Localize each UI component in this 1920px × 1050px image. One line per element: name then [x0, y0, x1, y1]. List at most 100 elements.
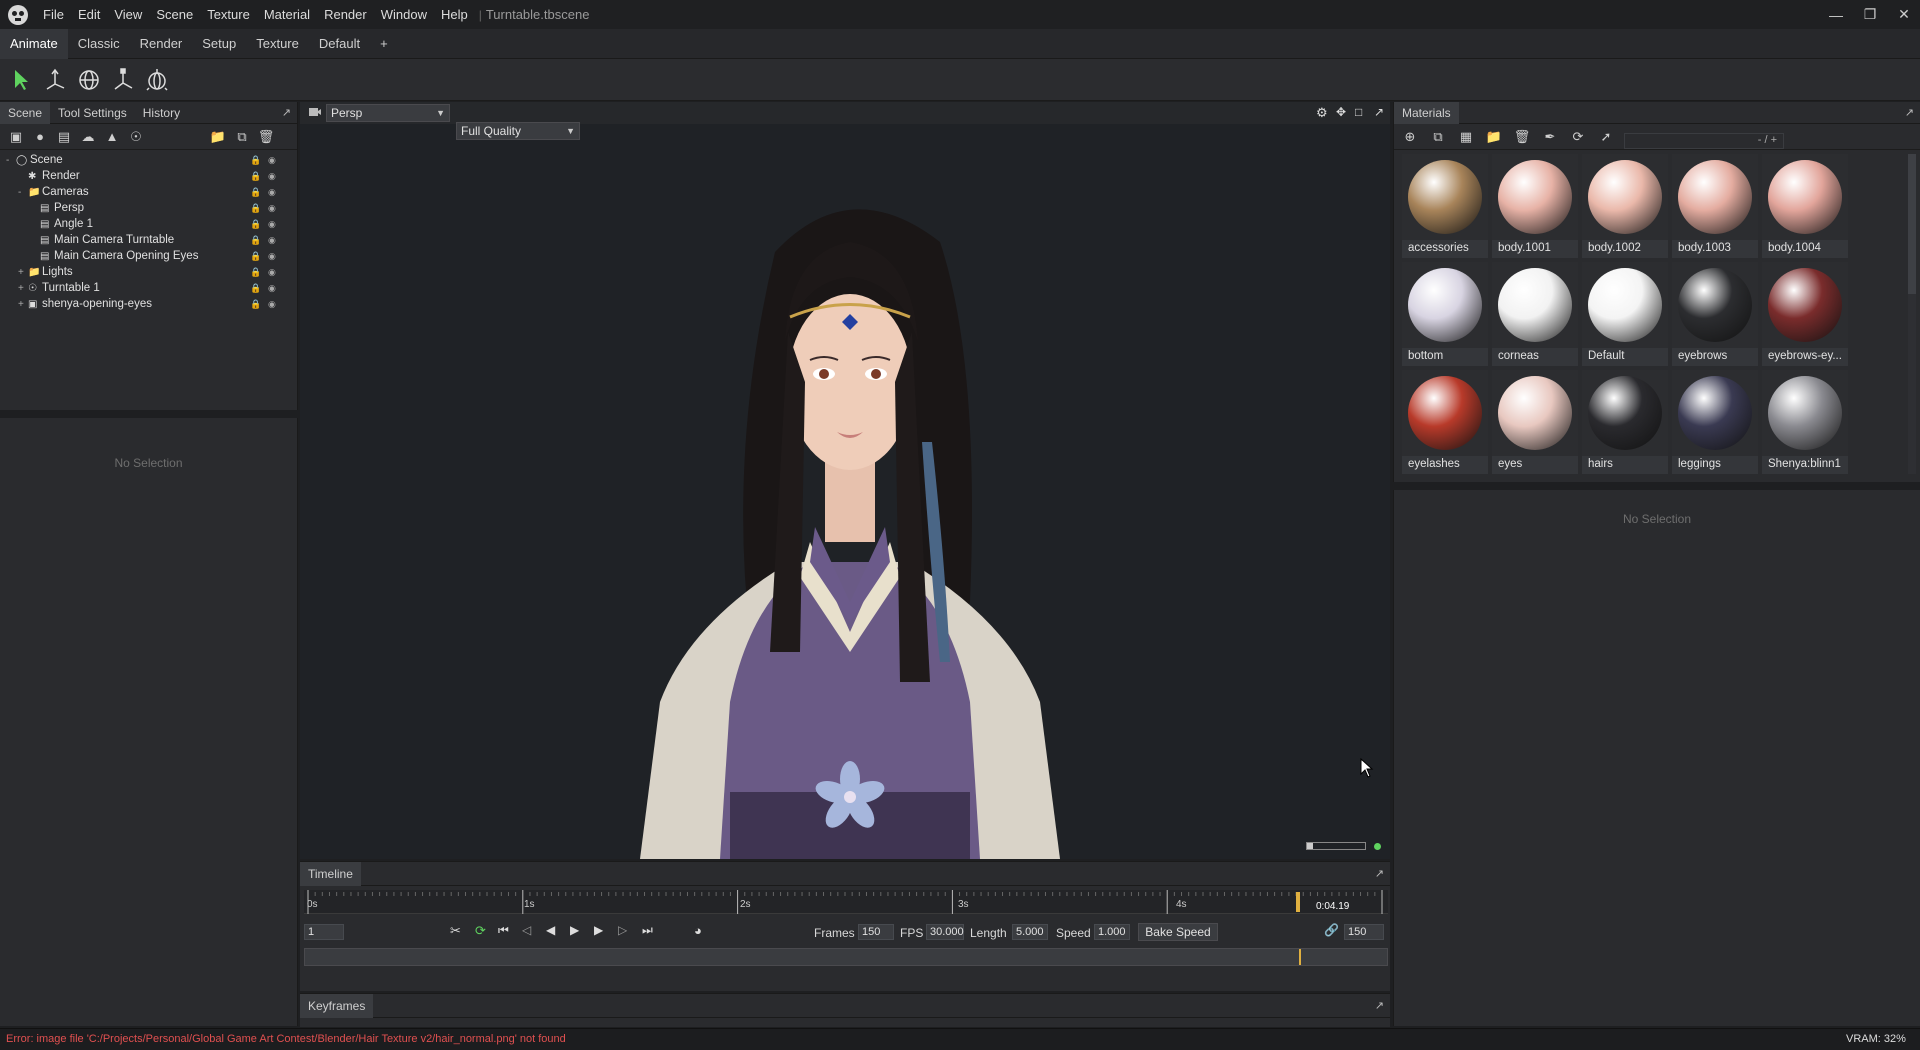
- add-camera-icon[interactable]: ▤: [54, 127, 74, 147]
- menu-scene[interactable]: Scene: [149, 7, 200, 22]
- add-light-icon[interactable]: ●: [30, 127, 50, 147]
- speed-dial-icon[interactable]: ◕: [694, 923, 702, 938]
- select-tool-icon[interactable]: [8, 67, 34, 93]
- skip-to-start-icon[interactable]: ⏮: [498, 923, 509, 938]
- popout-icon[interactable]: ↗: [1375, 867, 1384, 880]
- lock-icon[interactable]: 🔒: [250, 267, 261, 277]
- start-frame-field[interactable]: 1: [304, 924, 344, 940]
- tab-scene[interactable]: Scene: [0, 101, 51, 124]
- tab-texture[interactable]: Texture: [246, 29, 309, 59]
- maximize-icon[interactable]: □: [1355, 105, 1362, 119]
- expand-toggle-icon[interactable]: -: [18, 187, 28, 198]
- rotate-tool-icon[interactable]: [76, 67, 102, 93]
- visibility-eye-icon[interactable]: ◉: [268, 203, 276, 214]
- visibility-eye-icon[interactable]: ◉: [268, 155, 276, 166]
- speed-field[interactable]: 1.000: [1094, 924, 1130, 940]
- eyedropper-icon[interactable]: ✒: [1540, 127, 1560, 147]
- export-icon[interactable]: ➚: [1596, 127, 1616, 147]
- material-swatch[interactable]: bottom: [1402, 262, 1488, 366]
- tree-item[interactable]: + ☉ Turntable 1 🔒 ◉: [0, 280, 297, 296]
- timeline-ruler[interactable]: 0s 1s 2s 3s 4s 0:04.19: [304, 890, 1388, 914]
- checker-icon[interactable]: ▦: [1456, 127, 1476, 147]
- expand-toggle-icon[interactable]: +: [18, 299, 28, 310]
- lock-icon[interactable]: 🔒: [250, 235, 261, 245]
- popout-icon[interactable]: ↗: [1375, 999, 1384, 1012]
- materials-scrollbar[interactable]: [1908, 154, 1916, 474]
- close-icon[interactable]: ✕: [1887, 0, 1920, 29]
- fps-field[interactable]: 30.000: [926, 924, 964, 940]
- tree-item[interactable]: + ▣ shenya-opening-eyes 🔒 ◉: [0, 296, 297, 312]
- minimize-icon[interactable]: —: [1819, 0, 1853, 29]
- camera-icon[interactable]: [308, 105, 322, 119]
- popout-icon[interactable]: ↗: [282, 106, 291, 119]
- settings-gear-icon[interactable]: ⚙: [1316, 105, 1328, 121]
- material-swatch[interactable]: eyelashes: [1402, 370, 1488, 474]
- visibility-eye-icon[interactable]: ◉: [268, 187, 276, 198]
- step-forward-icon[interactable]: ▶: [594, 923, 603, 937]
- tree-item[interactable]: ▤ Angle 1 🔒 ◉: [0, 216, 297, 232]
- menu-view[interactable]: View: [107, 7, 149, 22]
- visibility-eye-icon[interactable]: ◉: [268, 251, 276, 262]
- add-material-icon[interactable]: ⊕: [1400, 127, 1420, 147]
- scrollbar-thumb[interactable]: [1908, 154, 1916, 294]
- tab-classic[interactable]: Classic: [68, 29, 130, 59]
- length-field[interactable]: 5.000: [1012, 924, 1048, 940]
- material-swatch[interactable]: body.1001: [1492, 154, 1578, 258]
- material-swatch[interactable]: eyes: [1492, 370, 1578, 474]
- lock-icon[interactable]: 🔒: [250, 299, 261, 309]
- move-camera-icon[interactable]: ✥: [1336, 105, 1346, 119]
- menu-render[interactable]: Render: [317, 7, 374, 22]
- expand-toggle-icon[interactable]: +: [18, 267, 28, 278]
- visibility-eye-icon[interactable]: ◉: [268, 235, 276, 246]
- lock-icon[interactable]: 🔒: [250, 251, 261, 261]
- play-icon[interactable]: ▶: [570, 923, 579, 937]
- tab-animate[interactable]: Animate: [0, 28, 68, 59]
- tree-item[interactable]: - ◯ Scene 🔒 ◉: [0, 152, 297, 168]
- tree-item[interactable]: - 📁 Cameras 🔒 ◉: [0, 184, 297, 200]
- tab-tool-settings[interactable]: Tool Settings: [50, 102, 135, 124]
- timeline-track[interactable]: [304, 948, 1388, 966]
- move-tool-icon[interactable]: [42, 67, 68, 93]
- tab-default[interactable]: Default: [309, 29, 370, 59]
- viewport[interactable]: Persp ▼ Full Quality ▼ ⚙ ✥ □ ↗: [300, 102, 1390, 859]
- expand-toggle-icon[interactable]: +: [18, 283, 28, 294]
- lock-icon[interactable]: 🔒: [250, 219, 261, 229]
- step-back-icon[interactable]: ◀: [546, 923, 555, 937]
- tab-timeline[interactable]: Timeline: [300, 861, 361, 886]
- menu-texture[interactable]: Texture: [200, 7, 257, 22]
- material-swatch[interactable]: hairs: [1582, 370, 1668, 474]
- lock-icon[interactable]: 🔒: [250, 283, 261, 293]
- tab-materials[interactable]: Materials: [1394, 101, 1459, 124]
- material-swatch[interactable]: leggings: [1672, 370, 1758, 474]
- expand-toggle-icon[interactable]: -: [6, 155, 16, 166]
- duplicate-material-icon[interactable]: ⧉: [1428, 127, 1448, 147]
- menu-edit[interactable]: Edit: [71, 7, 107, 22]
- tab-render[interactable]: Render: [130, 29, 193, 59]
- loop-icon[interactable]: ⟳: [475, 923, 486, 939]
- add-tab-button[interactable]: +: [370, 29, 398, 59]
- restore-icon[interactable]: ❐: [1853, 0, 1887, 29]
- quality-select[interactable]: Full Quality ▼: [456, 122, 580, 140]
- material-swatch[interactable]: corneas: [1492, 262, 1578, 366]
- add-object-icon[interactable]: ▣: [6, 127, 26, 147]
- tree-item[interactable]: + 📁 Lights 🔒 ◉: [0, 264, 297, 280]
- visibility-eye-icon[interactable]: ◉: [268, 299, 276, 310]
- popout-icon[interactable]: ↗: [1374, 105, 1384, 119]
- end-frame-field[interactable]: 150: [1344, 924, 1384, 940]
- frames-field[interactable]: 150: [858, 924, 894, 940]
- menu-help[interactable]: Help: [434, 7, 475, 22]
- visibility-eye-icon[interactable]: ◉: [268, 267, 276, 278]
- refresh-icon[interactable]: ⟳: [1568, 127, 1588, 147]
- track-playhead[interactable]: [1298, 949, 1301, 965]
- folder-icon[interactable]: 📁: [1484, 127, 1504, 147]
- material-search-input[interactable]: - / +: [1624, 133, 1784, 149]
- material-swatch[interactable]: body.1004: [1762, 154, 1848, 258]
- tree-item[interactable]: ▤ Main Camera Opening Eyes 🔒 ◉: [0, 248, 297, 264]
- tree-item[interactable]: ✱ Render 🔒 ◉: [0, 168, 297, 184]
- popout-icon[interactable]: ↗: [1905, 106, 1914, 119]
- duplicate-icon[interactable]: ⧉: [232, 127, 252, 147]
- material-swatch[interactable]: eyebrows-ey...: [1762, 262, 1848, 366]
- link-icon[interactable]: 🔗: [1324, 923, 1339, 937]
- tab-setup[interactable]: Setup: [192, 29, 246, 59]
- add-shadow-icon[interactable]: ▲: [102, 127, 122, 147]
